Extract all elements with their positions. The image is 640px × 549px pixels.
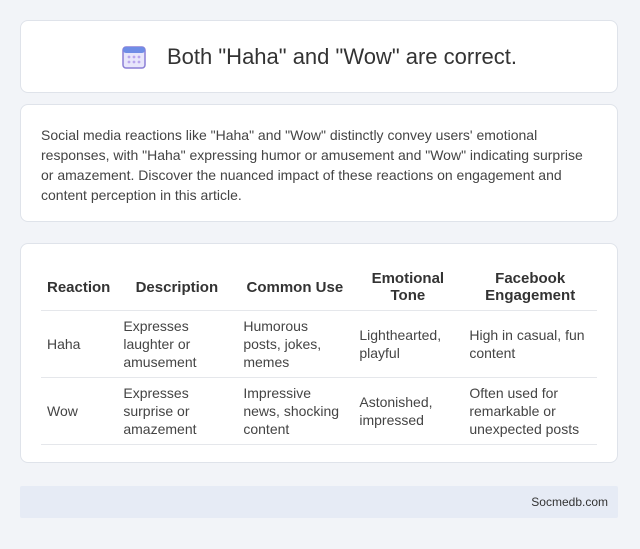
header-emotional-tone: Emotional Tone [352,264,463,311]
reactions-table: Reaction Description Common Use Emotiona… [41,264,597,445]
cell-common-use: Impressive news, shocking content [236,377,353,445]
header-facebook-engagement: Facebook Engagement [462,264,597,311]
table-card: Reaction Description Common Use Emotiona… [20,243,618,463]
intro-card: Social media reactions like "Haha" and "… [20,104,618,222]
table-row: Haha Expresses laughter or amusement Hum… [41,310,597,378]
table-row: Wow Expresses surprise or amazement Impr… [41,377,597,445]
cell-emotional-tone: Astonished, impressed [352,377,463,445]
footer: Socmedb.com [20,486,618,518]
cell-reaction: Wow [41,377,117,445]
page-title: Both "Haha" and "Wow" are correct. [167,43,517,69]
cell-description: Expresses surprise or amazement [116,377,237,445]
cell-common-use: Humorous posts, jokes, memes [236,310,353,378]
title-card: Both "Haha" and "Wow" are correct. [20,20,618,93]
calendar-icon [122,45,146,69]
cell-facebook-engagement: Often used for remarkable or unexpected … [462,377,597,445]
header-reaction: Reaction [41,264,117,311]
table-header-row: Reaction Description Common Use Emotiona… [41,264,597,311]
cell-reaction: Haha [41,310,117,378]
header-common-use: Common Use [236,264,353,311]
cell-emotional-tone: Lighthearted, playful [352,310,463,378]
header-description: Description [116,264,237,311]
footer-site-link[interactable]: Socmedb.com [531,495,608,509]
cell-description: Expresses laughter or amusement [116,310,237,378]
cell-facebook-engagement: High in casual, fun content [462,310,597,378]
intro-text: Social media reactions like "Haha" and "… [41,127,583,203]
